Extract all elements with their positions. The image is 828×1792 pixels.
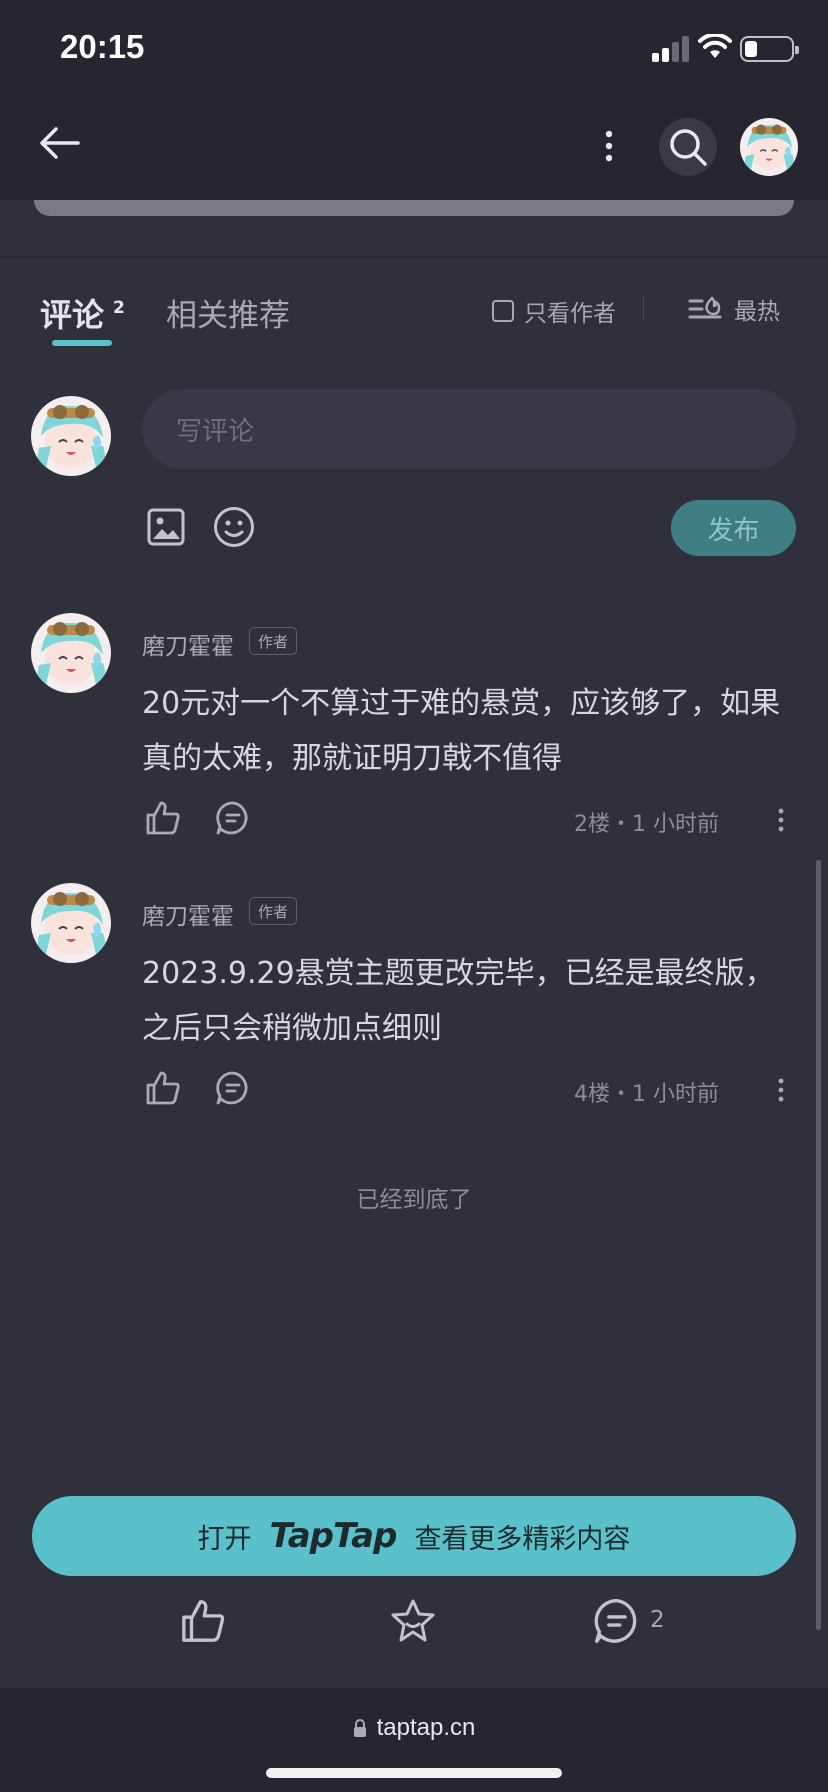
- comment-text: 20元对一个不算过于难的悬赏，应该够了，如果真的太难，那就证明刀戟不值得: [142, 686, 781, 776]
- search-button[interactable]: [659, 118, 717, 176]
- publish-button[interactable]: 发布: [671, 500, 796, 556]
- browser-bar: taptap.cn: [0, 1688, 828, 1792]
- url-field[interactable]: taptap.cn: [0, 1714, 828, 1742]
- cellular-signal-icon: [652, 36, 690, 62]
- image-upload-icon[interactable]: [147, 508, 185, 546]
- scrollbar[interactable]: [816, 860, 821, 1630]
- comment-author[interactable]: 磨刀霍霍: [142, 897, 234, 931]
- tab-comments-count: 2: [113, 298, 125, 318]
- comment-input-placeholder: 写评论: [176, 417, 255, 447]
- search-icon: [670, 129, 707, 166]
- top-bar: 20:15: [0, 0, 828, 200]
- comment-avatar[interactable]: [31, 613, 111, 693]
- filter-separator: [643, 296, 644, 320]
- end-of-list-text: 已经到底了: [356, 1187, 472, 1213]
- tab-related[interactable]: 相关推荐: [166, 290, 290, 335]
- my-avatar: [31, 396, 111, 476]
- open-app-button[interactable]: 打开 TapTap 查看更多精彩内容: [32, 1496, 796, 1576]
- comment-avatar[interactable]: [31, 883, 111, 963]
- like-icon[interactable]: [145, 800, 181, 836]
- author-only-toggle[interactable]: 只看作者: [492, 294, 616, 328]
- bottom-like-icon[interactable]: [180, 1598, 226, 1644]
- comment-author[interactable]: 磨刀霍霍: [142, 627, 234, 661]
- comment-more-icon[interactable]: [775, 1078, 787, 1102]
- more-vertical-icon[interactable]: [596, 130, 622, 162]
- wifi-icon: [698, 34, 732, 58]
- tab-comments[interactable]: 评论: [40, 290, 104, 336]
- previous-content-edge: [34, 200, 794, 216]
- bottom-comment-count: 2: [650, 1607, 665, 1633]
- sort-label: 最热: [734, 299, 780, 325]
- bottom-comment-icon[interactable]: [594, 1598, 640, 1644]
- back-arrow-icon[interactable]: [38, 126, 80, 160]
- emoji-icon[interactable]: [213, 506, 255, 548]
- battery-icon: [740, 36, 799, 62]
- comment-meta: 4楼・1 小时前: [574, 1082, 719, 1107]
- comment-more-icon[interactable]: [775, 808, 787, 832]
- comment-meta: 2楼・1 小时前: [574, 812, 719, 837]
- section-divider: [0, 256, 828, 258]
- url-text: taptap.cn: [376, 1714, 476, 1741]
- home-indicator[interactable]: [266, 1768, 562, 1778]
- comment-input[interactable]: 写评论: [142, 389, 796, 469]
- taptap-logo: TapTap: [269, 1516, 398, 1556]
- author-badge: 作者: [249, 897, 297, 925]
- comment-text: 2023.9.29悬赏主题更改完毕，已经是最终版，之后只会稍微加点细则: [142, 956, 775, 1046]
- lock-icon: [353, 1719, 366, 1737]
- reply-icon[interactable]: [216, 1071, 250, 1105]
- status-time: 20:15: [60, 28, 145, 65]
- open-app-suffix: 查看更多精彩内容: [414, 1523, 631, 1555]
- like-icon[interactable]: [145, 1070, 181, 1106]
- sort-hot-icon: [688, 296, 722, 319]
- open-app-prefix: 打开: [197, 1523, 252, 1555]
- active-tab-indicator: [52, 340, 112, 346]
- author-badge: 作者: [249, 627, 297, 655]
- reply-icon[interactable]: [216, 801, 250, 835]
- author-only-checkbox[interactable]: [492, 300, 514, 322]
- user-avatar[interactable]: [740, 118, 798, 176]
- sort-button[interactable]: 最热: [688, 292, 780, 326]
- favorite-star-icon[interactable]: [390, 1598, 436, 1644]
- author-only-label: 只看作者: [524, 301, 616, 327]
